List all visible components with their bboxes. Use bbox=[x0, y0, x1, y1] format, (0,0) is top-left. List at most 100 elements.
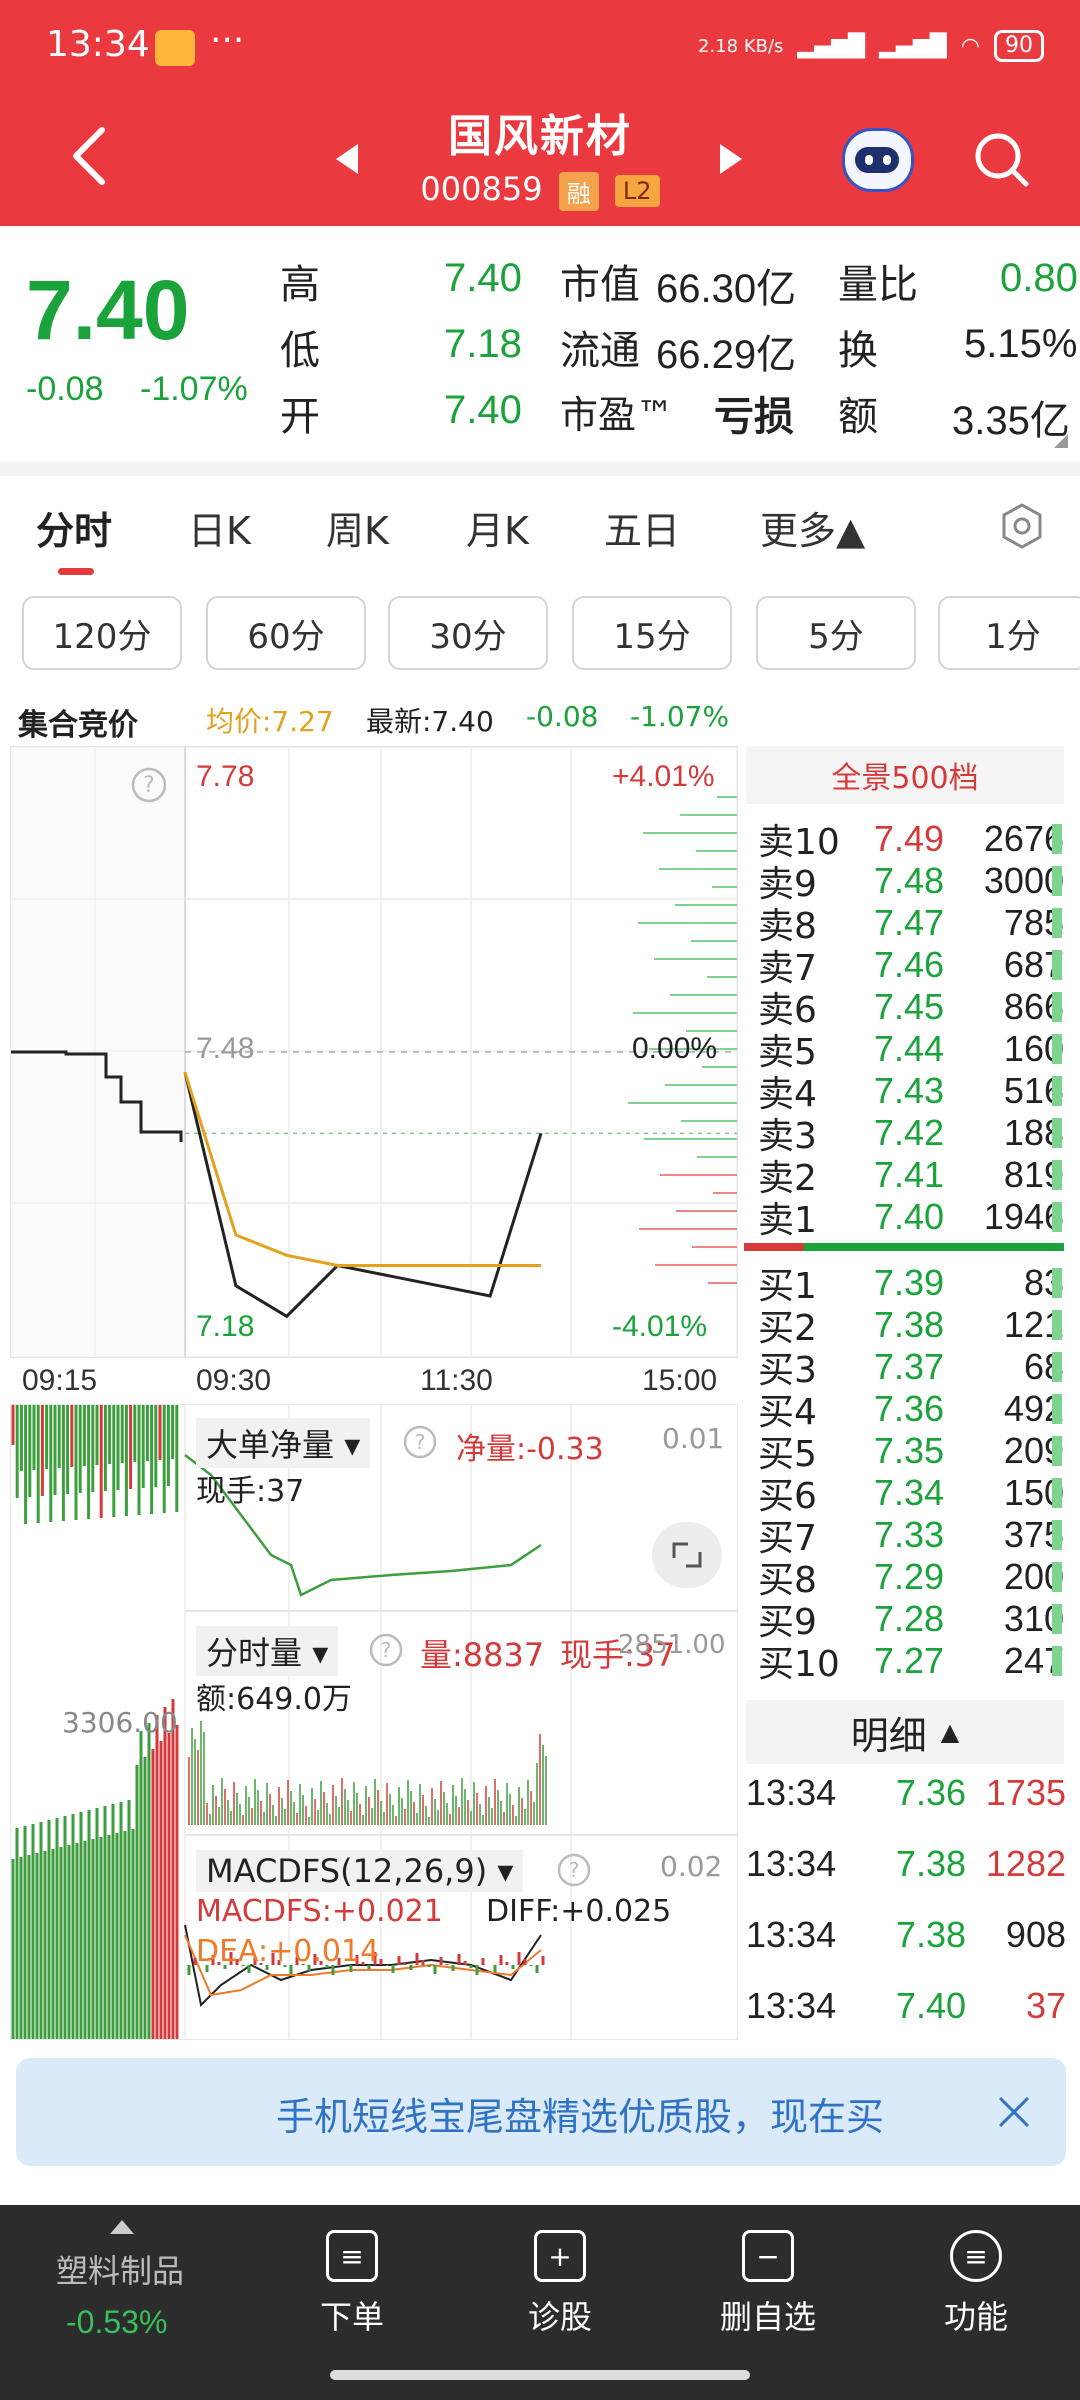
chart-mid-price: 7.48 bbox=[196, 1032, 255, 1065]
current-price: 7.40 bbox=[26, 263, 190, 357]
tab-five-day[interactable]: 五日 bbox=[604, 500, 680, 555]
sell-level[interactable]: 卖3 7.42 188 bbox=[758, 1112, 1064, 1157]
detail-row: 13:34 7.38 1282 bbox=[746, 1843, 1066, 1885]
sell-level[interactable]: 卖5 7.44 160 bbox=[758, 1028, 1064, 1073]
nav-remove-watchlist[interactable]: − 删自选 bbox=[698, 2230, 838, 2338]
svg-text:?: ? bbox=[569, 1858, 580, 1882]
chart-settings-icon[interactable] bbox=[998, 502, 1046, 550]
tab-monthly-k[interactable]: 月K bbox=[466, 500, 529, 555]
sell-level[interactable]: 卖9 7.48 3000 bbox=[758, 860, 1064, 905]
buy-level-volume: 200 bbox=[1003, 1556, 1064, 1597]
wifi-icon: ◠ bbox=[960, 33, 980, 59]
volume-selector[interactable]: 分时量 ▾ bbox=[196, 1626, 339, 1676]
help-icon-3[interactable]: ? bbox=[368, 1632, 404, 1668]
buy-level[interactable]: 买10 7.27 247 bbox=[758, 1640, 1064, 1685]
header-bar: 13:34 ··· 2.18 KB/s ▂▄▆█ ▂▄▆█ ◠ 90 国风新材 … bbox=[0, 0, 1080, 226]
buy-level[interactable]: 买3 7.37 68 bbox=[758, 1346, 1064, 1391]
sell-level-price: 7.42 bbox=[873, 1112, 944, 1153]
buy-level[interactable]: 买1 7.39 83 bbox=[758, 1262, 1064, 1307]
volume-right-scale: 2851.00 bbox=[618, 1630, 726, 1660]
status-dots: ··· bbox=[210, 20, 245, 61]
period-120min[interactable]: 120分 bbox=[22, 596, 182, 670]
buy-level[interactable]: 买2 7.38 121 bbox=[758, 1304, 1064, 1349]
period-15min[interactable]: 15分 bbox=[572, 596, 732, 670]
sell-level-price: 7.45 bbox=[873, 986, 944, 1027]
sell-level-bar bbox=[1052, 866, 1062, 896]
sell-level-bar bbox=[1052, 1034, 1062, 1064]
detail-row: 13:34 7.36 1735 bbox=[746, 1772, 1066, 1814]
period-5min[interactable]: 5分 bbox=[756, 596, 916, 670]
sell-level-volume: 866 bbox=[1003, 986, 1064, 1027]
ratio-bar-red bbox=[744, 1243, 804, 1251]
search-icon[interactable] bbox=[972, 130, 1032, 190]
banner-text: 手机短线宝尾盘精选优质股，现在买 bbox=[276, 2095, 885, 2139]
period-30min[interactable]: 30分 bbox=[388, 596, 548, 670]
buy-level-volume: 68 bbox=[1023, 1346, 1064, 1387]
sell-level-volume: 3000 bbox=[983, 860, 1064, 901]
buy-level[interactable]: 买4 7.36 492 bbox=[758, 1388, 1064, 1433]
tab-timeshare[interactable]: 分时 bbox=[36, 500, 112, 555]
buy-level-name: 买10 bbox=[758, 1644, 840, 1685]
sell-level[interactable]: 卖7 7.46 687 bbox=[758, 944, 1064, 989]
tab-more[interactable]: 更多▲ bbox=[760, 500, 865, 555]
price-chart-panel[interactable] bbox=[10, 746, 738, 1358]
robot-assistant-icon[interactable] bbox=[842, 128, 914, 192]
sell-level-volume: 2676 bbox=[983, 818, 1064, 859]
chart-top-pct: +4.01% bbox=[612, 760, 715, 793]
auction-label: 集合竞价 bbox=[18, 708, 138, 743]
buy-level[interactable]: 买8 7.29 200 bbox=[758, 1556, 1064, 1601]
volume-title: 分时量 bbox=[206, 1634, 303, 1672]
promo-banner[interactable]: 手机短线宝尾盘精选优质股，现在买 bbox=[16, 2058, 1066, 2166]
sell-level[interactable]: 卖8 7.47 785 bbox=[758, 902, 1064, 947]
buy-level[interactable]: 买6 7.34 150 bbox=[758, 1472, 1064, 1517]
nav-diagnose[interactable]: + 诊股 bbox=[490, 2230, 630, 2338]
nav-functions[interactable]: ≡ 功能 bbox=[906, 2230, 1046, 2338]
detail-time: 13:34 bbox=[746, 1985, 837, 2026]
sell-level-bar bbox=[1052, 1160, 1062, 1190]
help-icon-2[interactable]: ? bbox=[402, 1424, 438, 1460]
buy-level[interactable]: 买7 7.33 375 bbox=[758, 1514, 1064, 1559]
amount-value: 3.35亿 bbox=[952, 399, 1070, 443]
sell-level-bar bbox=[1052, 1076, 1062, 1106]
diff-value: DIFF:+0.025 bbox=[486, 1894, 672, 1929]
sell-level[interactable]: 卖6 7.45 866 bbox=[758, 986, 1064, 1031]
close-icon[interactable] bbox=[994, 2092, 1034, 2132]
detail-title: 明细 bbox=[850, 1713, 927, 1758]
tab-daily-k[interactable]: 日K bbox=[188, 500, 251, 555]
chart-mid-pct: 0.00% bbox=[632, 1032, 718, 1065]
order-book-title[interactable]: 全景500档 bbox=[746, 746, 1064, 804]
detail-price: 7.38 bbox=[895, 1914, 966, 1955]
macd-selector[interactable]: MACDFS(12,26,9) ▾ bbox=[196, 1850, 524, 1892]
buy-level[interactable]: 买9 7.28 310 bbox=[758, 1598, 1064, 1643]
amount-label: 额 bbox=[838, 394, 878, 440]
price-line bbox=[183, 1071, 543, 1319]
sell-level[interactable]: 卖10 7.49 2676 bbox=[758, 818, 1064, 863]
buy-level[interactable]: 买5 7.35 209 bbox=[758, 1430, 1064, 1475]
sell-level[interactable]: 卖1 7.40 1946 bbox=[758, 1196, 1064, 1241]
big-hand: 现手:37 bbox=[196, 1474, 305, 1509]
nav-order[interactable]: ≡ 下单 bbox=[282, 2230, 422, 2338]
help-icon-4[interactable]: ? bbox=[556, 1852, 592, 1888]
detail-header[interactable]: 明细 ▲ bbox=[746, 1700, 1064, 1764]
big-order-selector[interactable]: 大单净量 ▾ bbox=[196, 1418, 371, 1468]
sell-level[interactable]: 卖2 7.41 819 bbox=[758, 1154, 1064, 1199]
info-change-pct: -1.07% bbox=[630, 700, 730, 733]
price-change: -0.08 bbox=[26, 370, 104, 408]
sell-level-price: 7.49 bbox=[873, 818, 944, 859]
sell-level-volume: 819 bbox=[1003, 1154, 1064, 1195]
sector-name[interactable]: 塑料制品 bbox=[56, 2246, 184, 2292]
tab-weekly-k[interactable]: 周K bbox=[326, 500, 389, 555]
buy-level-price: 7.37 bbox=[873, 1346, 944, 1387]
functions-icon: ≡ bbox=[950, 2230, 1002, 2282]
buy-level-volume: 375 bbox=[1003, 1514, 1064, 1555]
help-icon[interactable]: ? bbox=[130, 766, 168, 804]
buy-level-bar bbox=[1052, 1352, 1062, 1382]
fullscreen-icon[interactable] bbox=[652, 1522, 722, 1588]
period-60min[interactable]: 60分 bbox=[206, 596, 366, 670]
mcap-label: 市值 bbox=[560, 262, 640, 308]
period-1min[interactable]: 1分 bbox=[938, 596, 1080, 670]
high-value: 7.40 bbox=[444, 256, 522, 300]
expand-corner-icon[interactable] bbox=[1054, 434, 1068, 448]
buy-level-bar bbox=[1052, 1394, 1062, 1424]
sell-level[interactable]: 卖4 7.43 516 bbox=[758, 1070, 1064, 1115]
